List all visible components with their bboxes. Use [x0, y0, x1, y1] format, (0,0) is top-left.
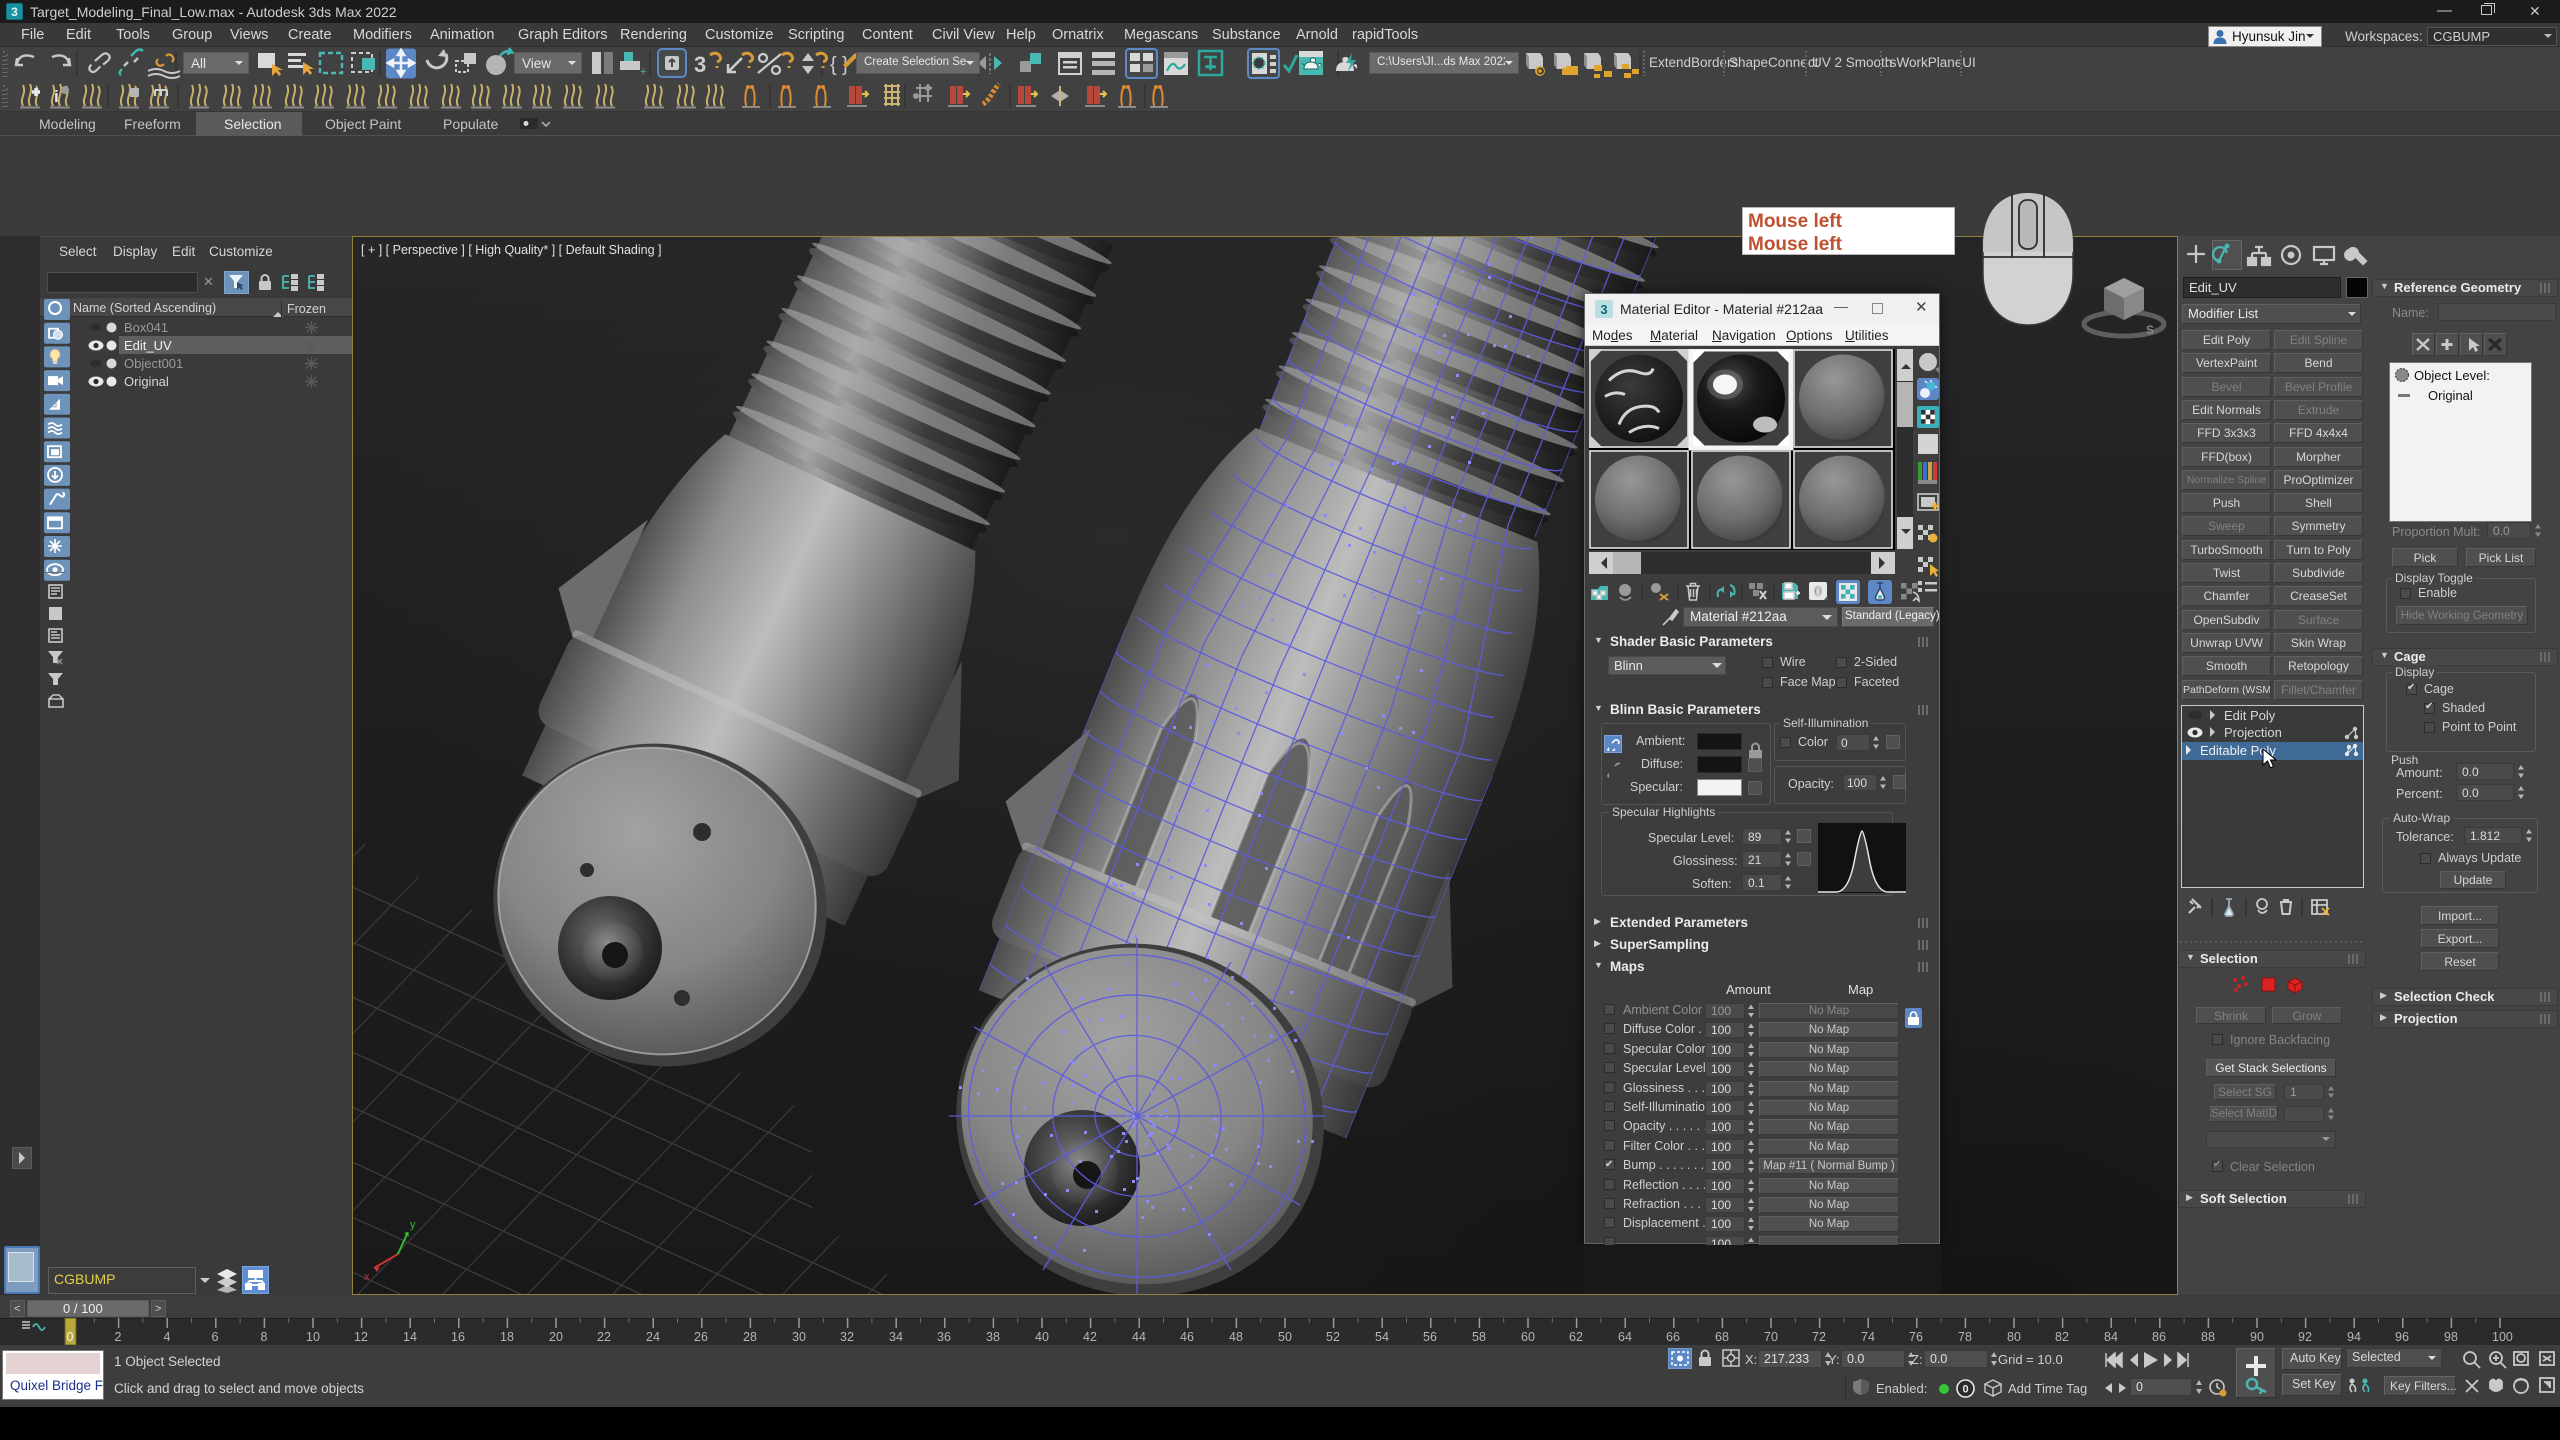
svg-text:0: 0 — [1814, 583, 1822, 599]
svg-text:3: 3 — [1600, 302, 1607, 317]
svg-text:3: 3 — [11, 5, 18, 19]
svg-text:0: 0 — [1962, 1384, 1968, 1396]
svg-text:3: 3 — [694, 52, 706, 77]
svg-text:+: + — [640, 66, 646, 78]
svg-text:i: i — [54, 87, 59, 106]
svg-text:{: { — [830, 54, 837, 76]
